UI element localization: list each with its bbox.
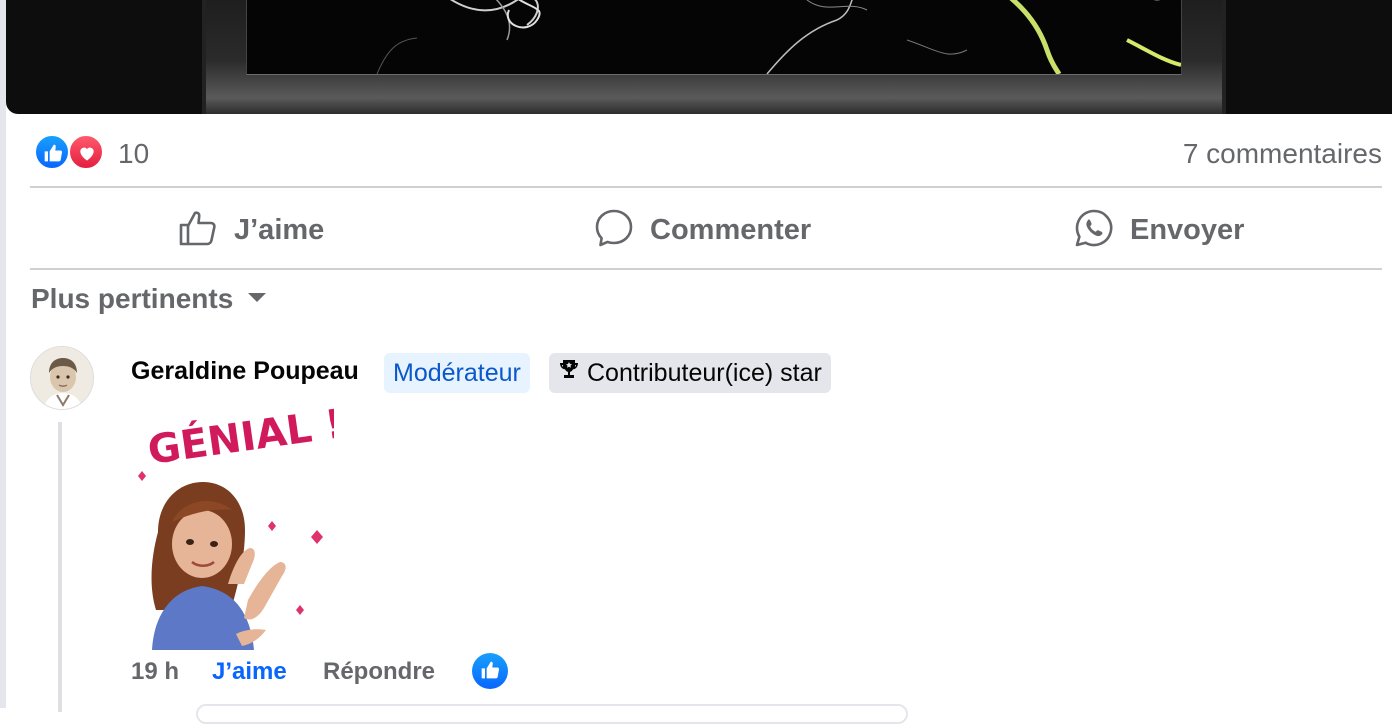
thumbs-up-icon: [178, 208, 218, 253]
comment-bubble-icon: [594, 208, 634, 253]
heart-icon: [68, 134, 104, 170]
send-button-label: Envoyer: [1130, 213, 1245, 246]
caret-down-icon: [247, 290, 267, 308]
comments-count[interactable]: 7 commentaires: [1183, 138, 1382, 170]
page-left-edge: [0, 0, 6, 708]
post-image[interactable]: [6, 0, 1392, 114]
sticker-genial[interactable]: GÉNIAL !: [128, 399, 347, 650]
divider: [30, 186, 1382, 188]
artwork: [246, 0, 1182, 75]
avatar[interactable]: [30, 346, 94, 410]
trophy-icon: [557, 353, 581, 393]
thread-line: [58, 422, 62, 712]
comment-author[interactable]: Geraldine Poupeau: [131, 357, 359, 386]
like-icon: [34, 134, 70, 170]
picture-frame: [202, 0, 1226, 114]
comment-like-button[interactable]: J’aime: [212, 658, 287, 686]
star-badge-label: Contributeur(ice) star: [587, 359, 822, 387]
sort-comments-dropdown[interactable]: Plus pertinents: [31, 283, 267, 315]
comment-button-label: Commenter: [650, 213, 812, 246]
divider: [30, 268, 1382, 270]
star-contributor-badge[interactable]: Contributeur(ice) star: [549, 353, 831, 393]
reaction-icons[interactable]: [34, 134, 108, 170]
sticker-caption: GÉNIAL !: [145, 404, 334, 474]
next-comment-box: [196, 704, 908, 724]
comment-like-reaction-icon[interactable]: [472, 653, 508, 689]
like-button-label: J’aime: [234, 213, 325, 246]
comment-button[interactable]: Commenter: [594, 206, 811, 254]
moderator-badge[interactable]: Modérateur: [384, 353, 530, 393]
reaction-count[interactable]: 10: [118, 138, 149, 170]
whatsapp-icon: [1074, 208, 1114, 253]
comment-timestamp[interactable]: 19 h: [131, 658, 179, 686]
like-button[interactable]: J’aime: [178, 206, 324, 254]
sort-label: Plus pertinents: [31, 283, 234, 314]
comment-reply-button[interactable]: Répondre: [323, 658, 435, 686]
reactions-summary: 10 7 commentaires: [30, 130, 1382, 176]
send-button[interactable]: Envoyer: [1074, 206, 1244, 254]
